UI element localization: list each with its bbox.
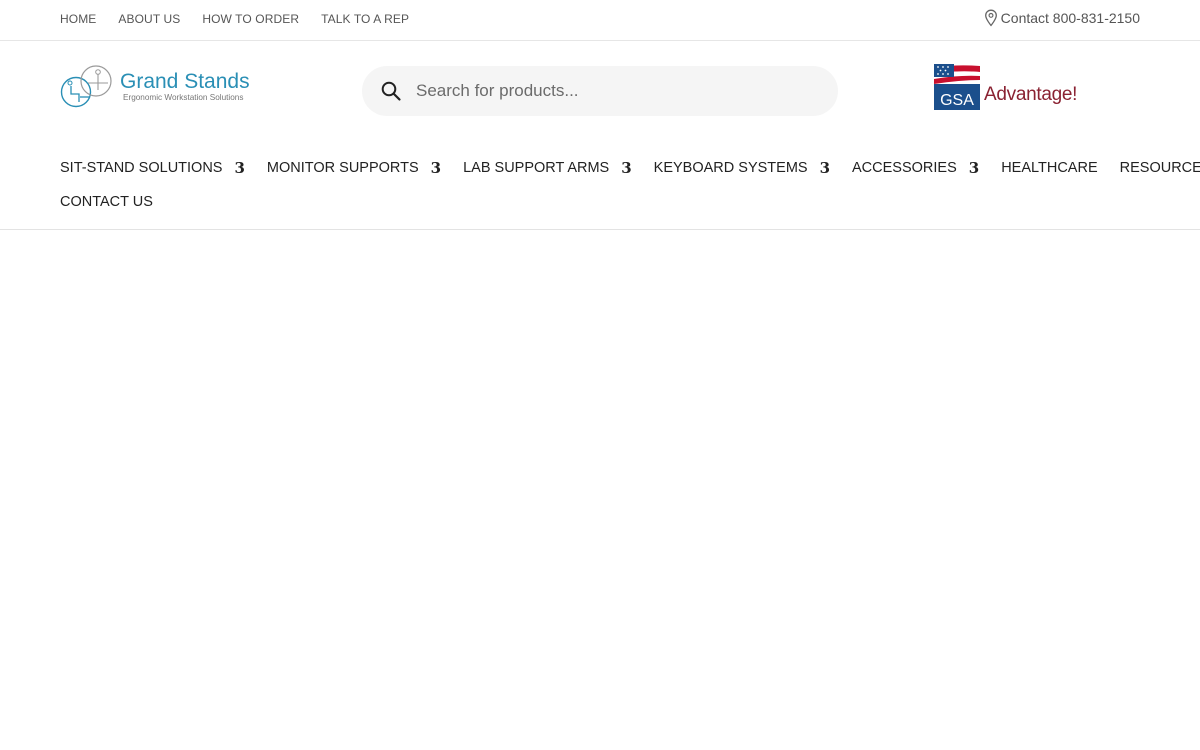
nav-contact-us[interactable]: CONTACT US	[60, 194, 153, 210]
nav-keyboard-systems[interactable]: KEYBOARD SYSTEMS 3	[654, 159, 830, 177]
submenu-arrow-icon: 3	[234, 159, 245, 177]
nav-monitor-supports[interactable]: MONITOR SUPPORTS 3	[267, 159, 441, 177]
nav-healthcare[interactable]: HEALTHCARE	[1001, 160, 1097, 176]
gsa-advantage-logo[interactable]: GSA Advantage!	[934, 64, 1077, 110]
nav-label: RESOURCES	[1119, 160, 1200, 176]
submenu-arrow-icon: 3	[968, 159, 980, 177]
top-bar: HOME ABOUT US HOW TO ORDER TALK TO A REP…	[0, 0, 1200, 41]
nav-label: MONITOR SUPPORTS	[266, 160, 419, 176]
search-icon[interactable]	[380, 80, 402, 102]
nav-lab-support-arms[interactable]: LAB SUPPORT ARMS 3	[463, 159, 632, 177]
gsa-advantage-text: Advantage!	[984, 84, 1078, 105]
logo-tagline: Ergonomic Workstation Solutions	[123, 93, 243, 102]
gsa-badge-text: GSA	[940, 92, 974, 109]
header-divider	[0, 229, 1200, 230]
top-nav-talk-to-a-rep[interactable]: TALK TO A REP	[321, 12, 409, 26]
nav-sit-stand-solutions[interactable]: SIT-STAND SOLUTIONS 3	[60, 159, 245, 177]
search-input[interactable]	[414, 66, 838, 116]
logo-wordmark: Grand Stands	[120, 70, 250, 93]
submenu-arrow-icon: 3	[430, 159, 442, 177]
gsa-flag-badge-icon: GSA	[934, 64, 980, 110]
nav-label: LAB SUPPORT ARMS	[463, 160, 610, 176]
main-nav-row: CONTACT US	[60, 189, 1200, 215]
map-pin-icon	[984, 9, 997, 27]
top-nav: HOME ABOUT US HOW TO ORDER TALK TO A REP	[60, 12, 409, 26]
grand-stands-logo[interactable]: Grand Stands Ergonomic Workstation Solut…	[60, 64, 270, 112]
submenu-arrow-icon: 3	[621, 159, 632, 177]
top-nav-home[interactable]: HOME	[60, 12, 96, 26]
nav-resources[interactable]: RESOURCES 3	[1120, 159, 1200, 177]
nav-label: CONTACT US	[60, 194, 153, 210]
contact-link[interactable]: Contact 800-831-2150	[984, 9, 1140, 27]
contact-text: Contact 800-831-2150	[1000, 10, 1140, 26]
nav-label: ACCESSORIES	[852, 160, 957, 176]
main-nav-row: SIT-STAND SOLUTIONS 3 MONITOR SUPPORTS 3…	[60, 155, 1200, 181]
main-nav: SIT-STAND SOLUTIONS 3 MONITOR SUPPORTS 3…	[60, 155, 1200, 215]
product-search	[362, 66, 838, 116]
submenu-arrow-icon: 3	[819, 159, 831, 177]
top-nav-about-us[interactable]: ABOUT US	[118, 12, 180, 26]
nav-label: KEYBOARD SYSTEMS	[653, 160, 808, 176]
top-nav-how-to-order[interactable]: HOW TO ORDER	[202, 12, 299, 26]
nav-label: HEALTHCARE	[1001, 160, 1098, 176]
nav-accessories[interactable]: ACCESSORIES 3	[852, 159, 979, 177]
nav-label: SIT-STAND SOLUTIONS	[60, 160, 223, 176]
grand-stands-logo-graphic: Grand Stands Ergonomic Workstation Solut…	[60, 65, 250, 108]
